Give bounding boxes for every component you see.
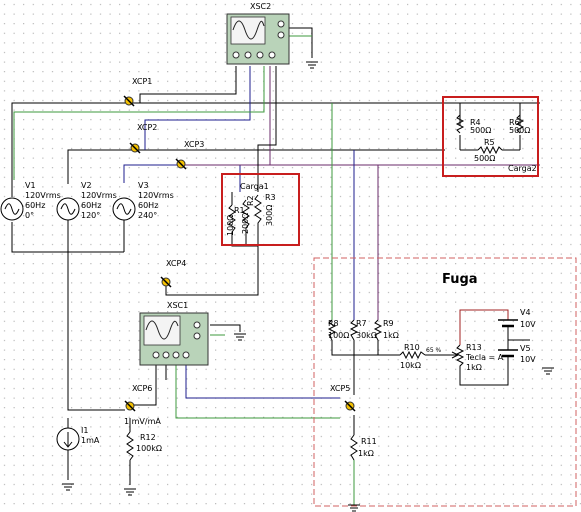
fuga-title: Fuga	[442, 272, 478, 287]
svg-text:65 %: 65 %	[426, 347, 442, 354]
svg-text:V4: V4	[520, 308, 531, 317]
svg-text:R8: R8	[328, 319, 339, 328]
svg-text:1kΩ: 1kΩ	[358, 449, 374, 458]
svg-text:60Hz: 60Hz	[138, 201, 158, 210]
svg-text:R3: R3	[265, 193, 276, 202]
svg-text:R11: R11	[361, 437, 377, 446]
svg-text:R7: R7	[356, 319, 367, 328]
svg-text:500Ω: 500Ω	[474, 154, 495, 163]
svg-text:120Vrms: 120Vrms	[138, 191, 174, 200]
svg-text:V5: V5	[520, 344, 531, 353]
probe-ratio: 1 mV/mA	[124, 417, 161, 426]
svg-text:0°: 0°	[25, 211, 34, 220]
svg-text:1kΩ: 1kΩ	[383, 331, 399, 340]
svg-text:60Hz: 60Hz	[81, 201, 101, 210]
svg-text:V1: V1	[25, 181, 36, 190]
svg-text:R13: R13	[466, 343, 482, 352]
svg-text:XCP1: XCP1	[132, 77, 152, 86]
svg-text:60Hz: 60Hz	[25, 201, 45, 210]
svg-text:V3: V3	[138, 181, 149, 190]
circuit-schematic: XSC2 XSC1 XCP1 XCP2 XCP3 XCP4 XCP5 XCP6 …	[0, 0, 581, 512]
svg-text:Tecla = A: Tecla = A	[465, 353, 504, 362]
svg-text:500Ω: 500Ω	[509, 126, 530, 135]
svg-text:XCP3: XCP3	[184, 140, 204, 149]
svg-text:R5: R5	[484, 138, 495, 147]
svg-text:120Vrms: 120Vrms	[25, 191, 61, 200]
svg-text:XCP5: XCP5	[330, 384, 350, 393]
svg-text:30kΩ: 30kΩ	[356, 331, 377, 340]
svg-text:120Vrms: 120Vrms	[81, 191, 117, 200]
svg-text:R2: R2	[246, 195, 255, 206]
svg-text:120°: 120°	[81, 211, 100, 220]
svg-text:XCP6: XCP6	[132, 384, 152, 393]
svg-text:200Ω: 200Ω	[241, 213, 250, 234]
svg-text:10V: 10V	[520, 355, 536, 364]
svg-text:100kΩ: 100kΩ	[136, 444, 162, 453]
svg-text:R10: R10	[404, 343, 420, 352]
svg-text:300Ω: 300Ω	[265, 205, 274, 226]
xsc2-label: XSC2	[250, 2, 271, 11]
svg-text:100Ω: 100Ω	[226, 215, 235, 236]
svg-text:240°: 240°	[138, 211, 157, 220]
svg-text:1kΩ: 1kΩ	[466, 363, 482, 372]
svg-text:I1: I1	[81, 426, 88, 435]
carga1-title: Carga1	[240, 182, 269, 191]
svg-text:10V: 10V	[520, 320, 536, 329]
svg-text:100Ω: 100Ω	[328, 331, 349, 340]
svg-text:500Ω: 500Ω	[470, 126, 491, 135]
svg-text:XCP4: XCP4	[166, 259, 186, 268]
svg-text:V2: V2	[81, 181, 92, 190]
svg-text:10kΩ: 10kΩ	[400, 361, 421, 370]
svg-text:R12: R12	[140, 433, 156, 442]
svg-text:1mA: 1mA	[81, 436, 100, 445]
carga2-title: Carga2	[508, 164, 537, 173]
svg-text:XCP2: XCP2	[137, 123, 157, 132]
svg-text:R9: R9	[383, 319, 394, 328]
xsc1-label: XSC1	[167, 301, 188, 310]
